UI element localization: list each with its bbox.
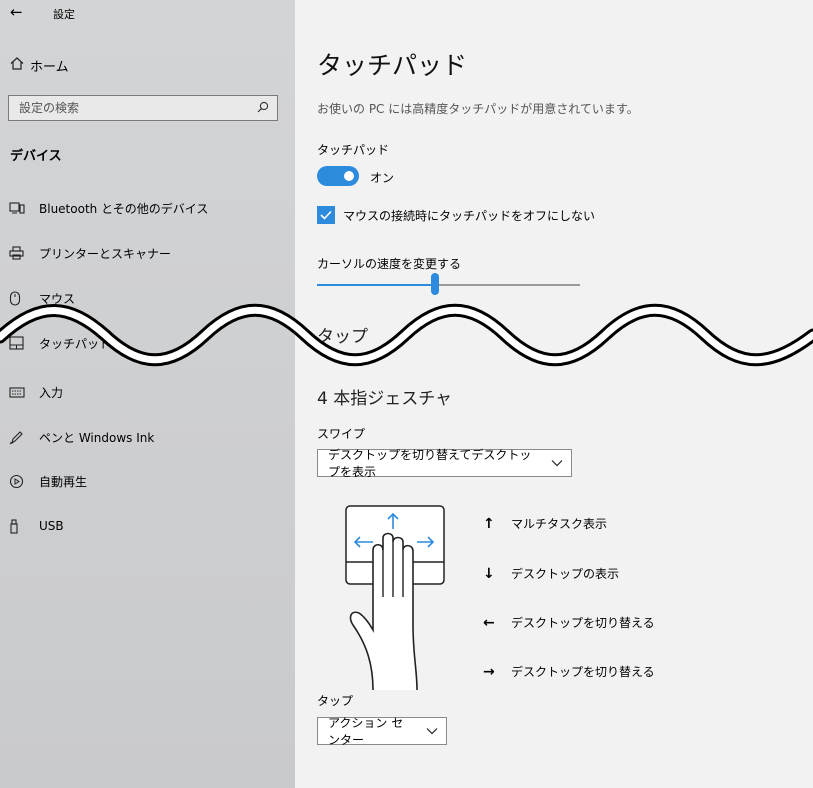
gesture-up: ↑ マルチタスク表示 [483,515,607,532]
four-finger-gesture-illustration [345,505,445,690]
section-title-devices: デバイス [10,149,62,164]
page-description: お使いの PC には高精度タッチパッドが用意されています。 [317,102,639,116]
chevron-down-icon [551,456,563,470]
app-title: 設定 [53,8,75,21]
gesture-left: ← デスクトップを切り替える [483,614,655,631]
sidebar-item-printers[interactable]: プリンターとスキャナー [9,243,171,263]
swipe-select[interactable]: デスクトップを切り替えてデスクトップを表示 [317,448,572,479]
sidebar-item-label: Bluetooth とその他のデバイス [39,201,209,216]
autoplay-icon [9,474,39,489]
pen-icon [9,430,39,445]
gesture-right: → デスクトップを切り替える [483,663,655,680]
arrow-right-icon: → [483,663,495,680]
gesture-label: デスクトップを切り替える [511,665,655,679]
gesture-label: マルチタスク表示 [511,517,608,531]
page-title: タッチパッド [317,51,468,80]
cursor-speed-slider[interactable] [317,273,580,295]
back-arrow-icon[interactable]: ← [10,3,23,21]
touchpad-label: タッチパッド [317,143,390,157]
search-input[interactable] [17,100,257,116]
nav-home-label: ホーム [30,60,69,75]
sidebar-item-label: USB [39,519,64,533]
bluetooth-devices-icon [9,201,39,215]
arrow-down-icon: ↓ [483,565,495,582]
nav-home[interactable]: ホーム [10,56,69,75]
gesture-label: デスクトップを切り替える [511,616,655,630]
sidebar-item-pen[interactable]: ペンと Windows Ink [9,427,154,447]
checkbox-label: マウスの接続時にタッチパッドをオフにしない [343,209,596,223]
toggle-knob [344,171,354,181]
sidebar-item-label: 自動再生 [39,474,88,489]
main-content: タッチパッド お使いの PC には高精度タッチパッドが用意されています。 タッチ… [295,0,813,788]
printer-icon [9,246,39,260]
search-icon[interactable] [257,101,269,116]
tap-select[interactable]: アクション センター [317,716,447,747]
toggle-state-label: オン [370,171,395,185]
sidebar-item-label: プリンターとスキャナー [39,246,172,261]
gesture-label: デスクトップの表示 [511,567,620,581]
sidebar-item-label: ペンと Windows Ink [39,430,155,445]
arrow-up-icon: ↑ [483,515,495,532]
swipe-select-value: デスクトップを切り替えてデスクトップを表示 [328,448,532,479]
sidebar: ← 設定 ホーム デバイス Bluetooth とその他のデバイス プリンターと… [0,0,295,788]
gesture-down: ↓ デスクトップの表示 [483,565,619,582]
cursor-speed-label: カーソルの速度を変更する [317,257,462,271]
sidebar-item-usb[interactable]: USB [9,516,64,536]
slider-fill [317,284,436,286]
sidebar-item-autoplay[interactable]: 自動再生 [9,471,87,491]
tap-select-value: アクション センター [328,716,404,747]
usb-icon [9,518,39,534]
tap-label: タップ [317,694,354,708]
chevron-down-icon [426,724,438,738]
search-box[interactable] [8,95,278,121]
keep-touchpad-checkbox[interactable] [317,206,335,224]
arrow-left-icon: ← [483,614,495,631]
home-icon [10,57,30,74]
sidebar-item-bluetooth[interactable]: Bluetooth とその他のデバイス [9,198,208,218]
wave-divider [0,303,813,367]
touchpad-toggle[interactable] [317,166,359,186]
swipe-label: スワイプ [317,427,366,441]
checkmark-icon [320,210,332,220]
